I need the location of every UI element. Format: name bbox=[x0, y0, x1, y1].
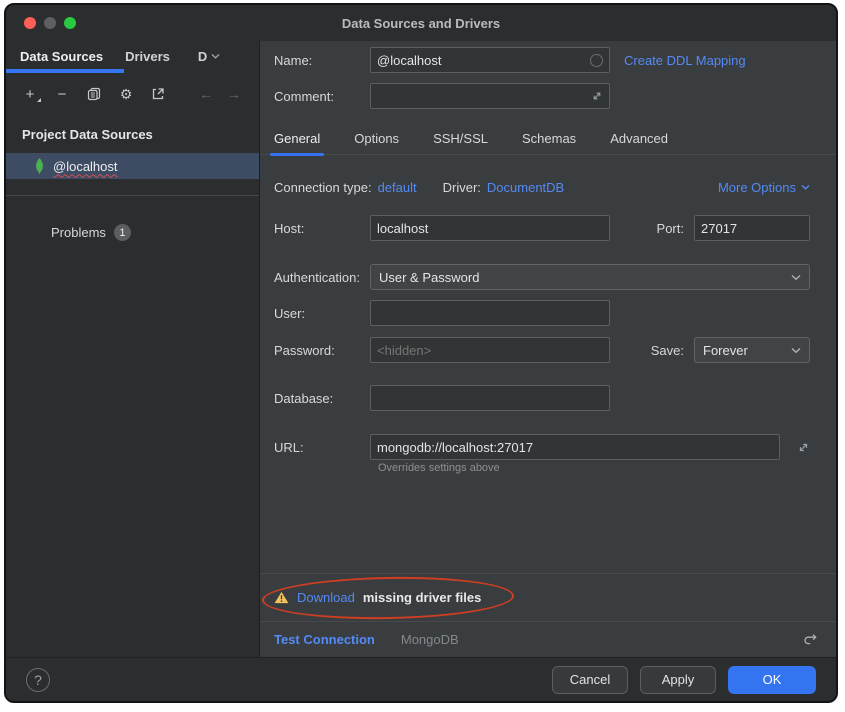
password-input[interactable] bbox=[377, 343, 603, 358]
password-row: Password: Save: Forever bbox=[260, 337, 836, 363]
host-input[interactable] bbox=[377, 221, 603, 236]
screenshot-stage: Data Sources and Drivers Data Sources Dr… bbox=[0, 0, 845, 712]
url-row: URL: bbox=[260, 434, 836, 460]
tab-drivers[interactable]: Drivers bbox=[125, 49, 170, 64]
authentication-row: Authentication: User & Password bbox=[260, 264, 836, 290]
save-label: Save: bbox=[651, 343, 684, 358]
back-arrow-icon[interactable]: ← bbox=[199, 86, 213, 102]
gear-icon[interactable]: ⚙ bbox=[118, 86, 134, 102]
undo-icon[interactable] bbox=[803, 633, 818, 646]
name-field-wrap bbox=[370, 47, 610, 73]
problems-item[interactable]: Problems 1 bbox=[6, 224, 259, 241]
forward-arrow-icon[interactable]: → bbox=[227, 86, 241, 102]
problems-label: Problems bbox=[51, 225, 106, 240]
host-label: Host: bbox=[274, 221, 370, 236]
window-title: Data Sources and Drivers bbox=[6, 16, 836, 31]
save-select[interactable]: Forever bbox=[694, 337, 810, 363]
database-field-wrap bbox=[370, 385, 610, 411]
url-hint: Overrides settings above bbox=[378, 462, 836, 478]
settings-tabs: General Options SSH/SSL Schemas Advanced bbox=[260, 123, 836, 155]
chevron-down-icon bbox=[211, 53, 220, 59]
ok-button[interactable]: OK bbox=[728, 666, 816, 694]
chevron-down-icon bbox=[791, 347, 801, 354]
warning-triangle-icon bbox=[274, 591, 289, 604]
name-input[interactable] bbox=[377, 53, 590, 68]
sidebar-tabs: Data Sources Drivers D bbox=[6, 41, 259, 71]
authentication-select[interactable]: User & Password bbox=[370, 264, 810, 290]
tab-ssh-ssl[interactable]: SSH/SSL bbox=[433, 123, 488, 154]
port-label: Port: bbox=[657, 221, 684, 236]
database-row: Database: bbox=[260, 385, 836, 411]
tab-ddl-mappings-truncated[interactable]: D bbox=[198, 49, 220, 64]
comment-label: Comment: bbox=[274, 89, 370, 104]
active-tab-underline bbox=[6, 69, 124, 73]
tab-options[interactable]: Options bbox=[354, 123, 399, 154]
data-source-name: @localhost bbox=[53, 159, 118, 174]
driver-label: Driver: bbox=[443, 180, 481, 195]
port-input[interactable] bbox=[701, 221, 803, 236]
export-icon[interactable] bbox=[150, 86, 166, 102]
user-field-wrap bbox=[370, 300, 610, 326]
refresh-circle-icon bbox=[590, 54, 603, 67]
test-connection-link[interactable]: Test Connection bbox=[274, 632, 375, 647]
more-options-link[interactable]: More Options bbox=[718, 180, 810, 195]
comment-input[interactable] bbox=[377, 89, 591, 104]
connection-type-value[interactable]: default bbox=[378, 180, 417, 195]
remove-data-source-button[interactable]: − bbox=[54, 86, 70, 102]
connection-type-row: Connection type: default Driver: Documen… bbox=[260, 177, 836, 197]
mongodb-leaf-icon bbox=[34, 158, 45, 174]
driver-warning-row: Download missing driver files bbox=[260, 573, 836, 621]
history-nav: ← → bbox=[199, 86, 259, 102]
project-data-sources-header: Project Data Sources bbox=[6, 127, 259, 147]
url-field-wrap bbox=[370, 434, 780, 460]
tab-schemas[interactable]: Schemas bbox=[522, 123, 576, 154]
sidebar-toolbar: + − ⚙ ← → bbox=[6, 77, 259, 111]
create-ddl-mapping-link[interactable]: Create DDL Mapping bbox=[624, 53, 746, 68]
password-label: Password: bbox=[274, 343, 370, 358]
main-panel: Name: Create DDL Mapping Comment: bbox=[260, 41, 836, 657]
connection-type-label: Connection type: bbox=[274, 180, 372, 195]
host-row: Host: Port: bbox=[260, 215, 836, 241]
driver-name-text: MongoDB bbox=[401, 632, 459, 647]
head-block: Name: Create DDL Mapping Comment: bbox=[260, 41, 836, 109]
user-label: User: bbox=[274, 306, 370, 321]
problems-count-badge: 1 bbox=[114, 224, 131, 241]
url-input[interactable] bbox=[377, 440, 773, 455]
database-input[interactable] bbox=[377, 391, 603, 406]
user-row: User: bbox=[260, 300, 836, 326]
expand-icon[interactable] bbox=[591, 90, 603, 102]
chevron-down-icon bbox=[801, 184, 810, 190]
chevron-down-icon bbox=[791, 274, 801, 281]
titlebar: Data Sources and Drivers bbox=[6, 5, 836, 41]
comment-field-wrap bbox=[370, 83, 610, 109]
user-input[interactable] bbox=[377, 306, 603, 321]
duplicate-icon[interactable] bbox=[86, 86, 102, 102]
driver-value-link[interactable]: DocumentDB bbox=[487, 180, 564, 195]
tab-data-sources[interactable]: Data Sources bbox=[20, 49, 103, 64]
missing-driver-text: missing driver files bbox=[363, 590, 482, 605]
tab-general[interactable]: General bbox=[274, 123, 320, 154]
apply-button[interactable]: Apply bbox=[640, 666, 716, 694]
expand-icon[interactable] bbox=[797, 441, 810, 454]
help-icon[interactable]: ? bbox=[26, 668, 50, 692]
url-label: URL: bbox=[274, 440, 370, 455]
add-data-source-button[interactable]: + bbox=[22, 86, 38, 102]
host-field-wrap bbox=[370, 215, 610, 241]
password-field-wrap bbox=[370, 337, 610, 363]
sidebar: Data Sources Drivers D + − bbox=[6, 41, 260, 657]
bottom-bar: ? Cancel Apply OK bbox=[6, 657, 836, 701]
download-driver-link[interactable]: Download bbox=[297, 590, 355, 605]
sidebar-divider bbox=[6, 195, 259, 196]
port-field-wrap bbox=[694, 215, 810, 241]
data-source-item-localhost[interactable]: @localhost bbox=[6, 153, 259, 179]
data-sources-dialog: Data Sources and Drivers Data Sources Dr… bbox=[4, 3, 838, 703]
test-connection-row: Test Connection MongoDB bbox=[260, 621, 836, 657]
name-label: Name: bbox=[274, 53, 370, 68]
authentication-label: Authentication: bbox=[274, 270, 370, 285]
database-label: Database: bbox=[274, 391, 370, 406]
tab-advanced[interactable]: Advanced bbox=[610, 123, 668, 154]
cancel-button[interactable]: Cancel bbox=[552, 666, 628, 694]
